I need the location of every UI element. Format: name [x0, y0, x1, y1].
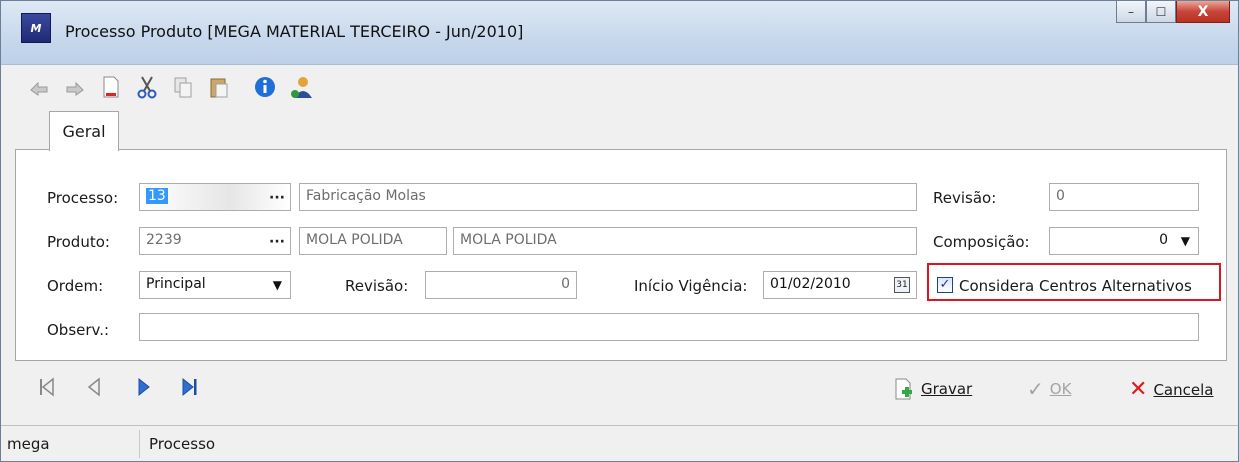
composicao-select[interactable]: 0 ▼: [1049, 227, 1199, 255]
chevron-down-icon: ▼: [272, 278, 282, 292]
last-record-icon[interactable]: [181, 377, 199, 402]
revisao-mid-label: Revisão:: [345, 277, 409, 295]
inicio-vigencia-value: 01/02/2010: [770, 276, 851, 292]
toolbar: [15, 65, 1235, 109]
status-bar: mega Processo: [1, 425, 1238, 461]
processo-label: Processo:: [47, 189, 119, 207]
processo-code-value: 13: [146, 188, 168, 204]
window-title: Processo Produto [MEGA MATERIAL TERCEIRO…: [65, 22, 524, 41]
info-icon[interactable]: [251, 73, 279, 101]
ok-button[interactable]: ✓ OK: [1027, 377, 1071, 401]
status-module: Processo: [149, 435, 216, 453]
cancela-label: Cancela: [1153, 380, 1214, 399]
processo-code-field[interactable]: 13 ···: [139, 183, 291, 211]
status-user: mega: [7, 435, 50, 453]
ordem-label: Ordem:: [47, 277, 104, 295]
composicao-label: Composição:: [933, 233, 1030, 251]
revisao-top-label: Revisão:: [933, 189, 997, 207]
revisao-mid-field[interactable]: 0: [425, 271, 577, 299]
copy-icon[interactable]: [169, 73, 197, 101]
save-document-icon: [895, 378, 912, 400]
gravar-button[interactable]: Gravar: [893, 377, 972, 401]
processo-description-field: Fabricação Molas: [299, 183, 917, 211]
tab-geral[interactable]: Geral: [49, 111, 119, 151]
processo-lookup-button[interactable]: ···: [264, 184, 290, 210]
close-icon: ✕: [1129, 377, 1148, 402]
produto-code-value: 2239: [146, 232, 182, 248]
app-window: M Processo Produto [MEGA MATERIAL TERCEI…: [0, 0, 1239, 462]
chevron-down-icon: ▼: [1180, 234, 1190, 248]
cut-icon[interactable]: [133, 73, 161, 101]
inicio-vigencia-label: Início Vigência:: [634, 277, 748, 295]
checkmark-icon: ✓: [1027, 377, 1044, 401]
inicio-vigencia-field[interactable]: 01/02/2010 31: [763, 271, 917, 299]
ordem-select[interactable]: Principal ▼: [139, 271, 291, 299]
user-icon[interactable]: [287, 73, 315, 101]
title-bar: M Processo Produto [MEGA MATERIAL TERCEI…: [1, 1, 1238, 65]
app-logo: M: [21, 13, 51, 43]
maximize-button[interactable]: ☐: [1146, 1, 1176, 23]
ok-label: OK: [1049, 380, 1072, 398]
next-record-icon[interactable]: [137, 377, 151, 402]
close-button[interactable]: X: [1176, 1, 1230, 23]
produto-label: Produto:: [47, 233, 110, 251]
produto-lookup-button[interactable]: ···: [264, 228, 290, 254]
paste-icon[interactable]: [205, 73, 233, 101]
previous-record-icon[interactable]: [87, 377, 101, 402]
produto-desc1-field: MOLA POLIDA: [299, 227, 447, 255]
revisao-top-field[interactable]: 0: [1049, 183, 1199, 211]
new-document-icon[interactable]: [97, 73, 125, 101]
calendar-icon[interactable]: 31: [894, 277, 910, 293]
undo-icon[interactable]: [25, 73, 53, 101]
considera-label: Considera Centros Alternativos: [959, 277, 1192, 295]
minimize-button[interactable]: –: [1116, 1, 1146, 23]
first-record-icon[interactable]: [39, 377, 55, 402]
redo-icon[interactable]: [61, 73, 89, 101]
gravar-label: Gravar: [921, 380, 973, 398]
observ-field[interactable]: [139, 313, 1199, 341]
status-divider: [139, 430, 140, 458]
composicao-value: 0: [1159, 232, 1168, 248]
produto-code-field[interactable]: 2239 ···: [139, 227, 291, 255]
ordem-value: Principal: [146, 276, 206, 292]
observ-label: Observ.:: [47, 321, 110, 339]
cancela-button[interactable]: ✕ Cancela: [1129, 377, 1213, 402]
considera-checkbox[interactable]: ✓: [937, 277, 953, 293]
produto-desc2-field: MOLA POLIDA: [453, 227, 917, 255]
window-controls: – ☐ X: [1116, 1, 1230, 23]
